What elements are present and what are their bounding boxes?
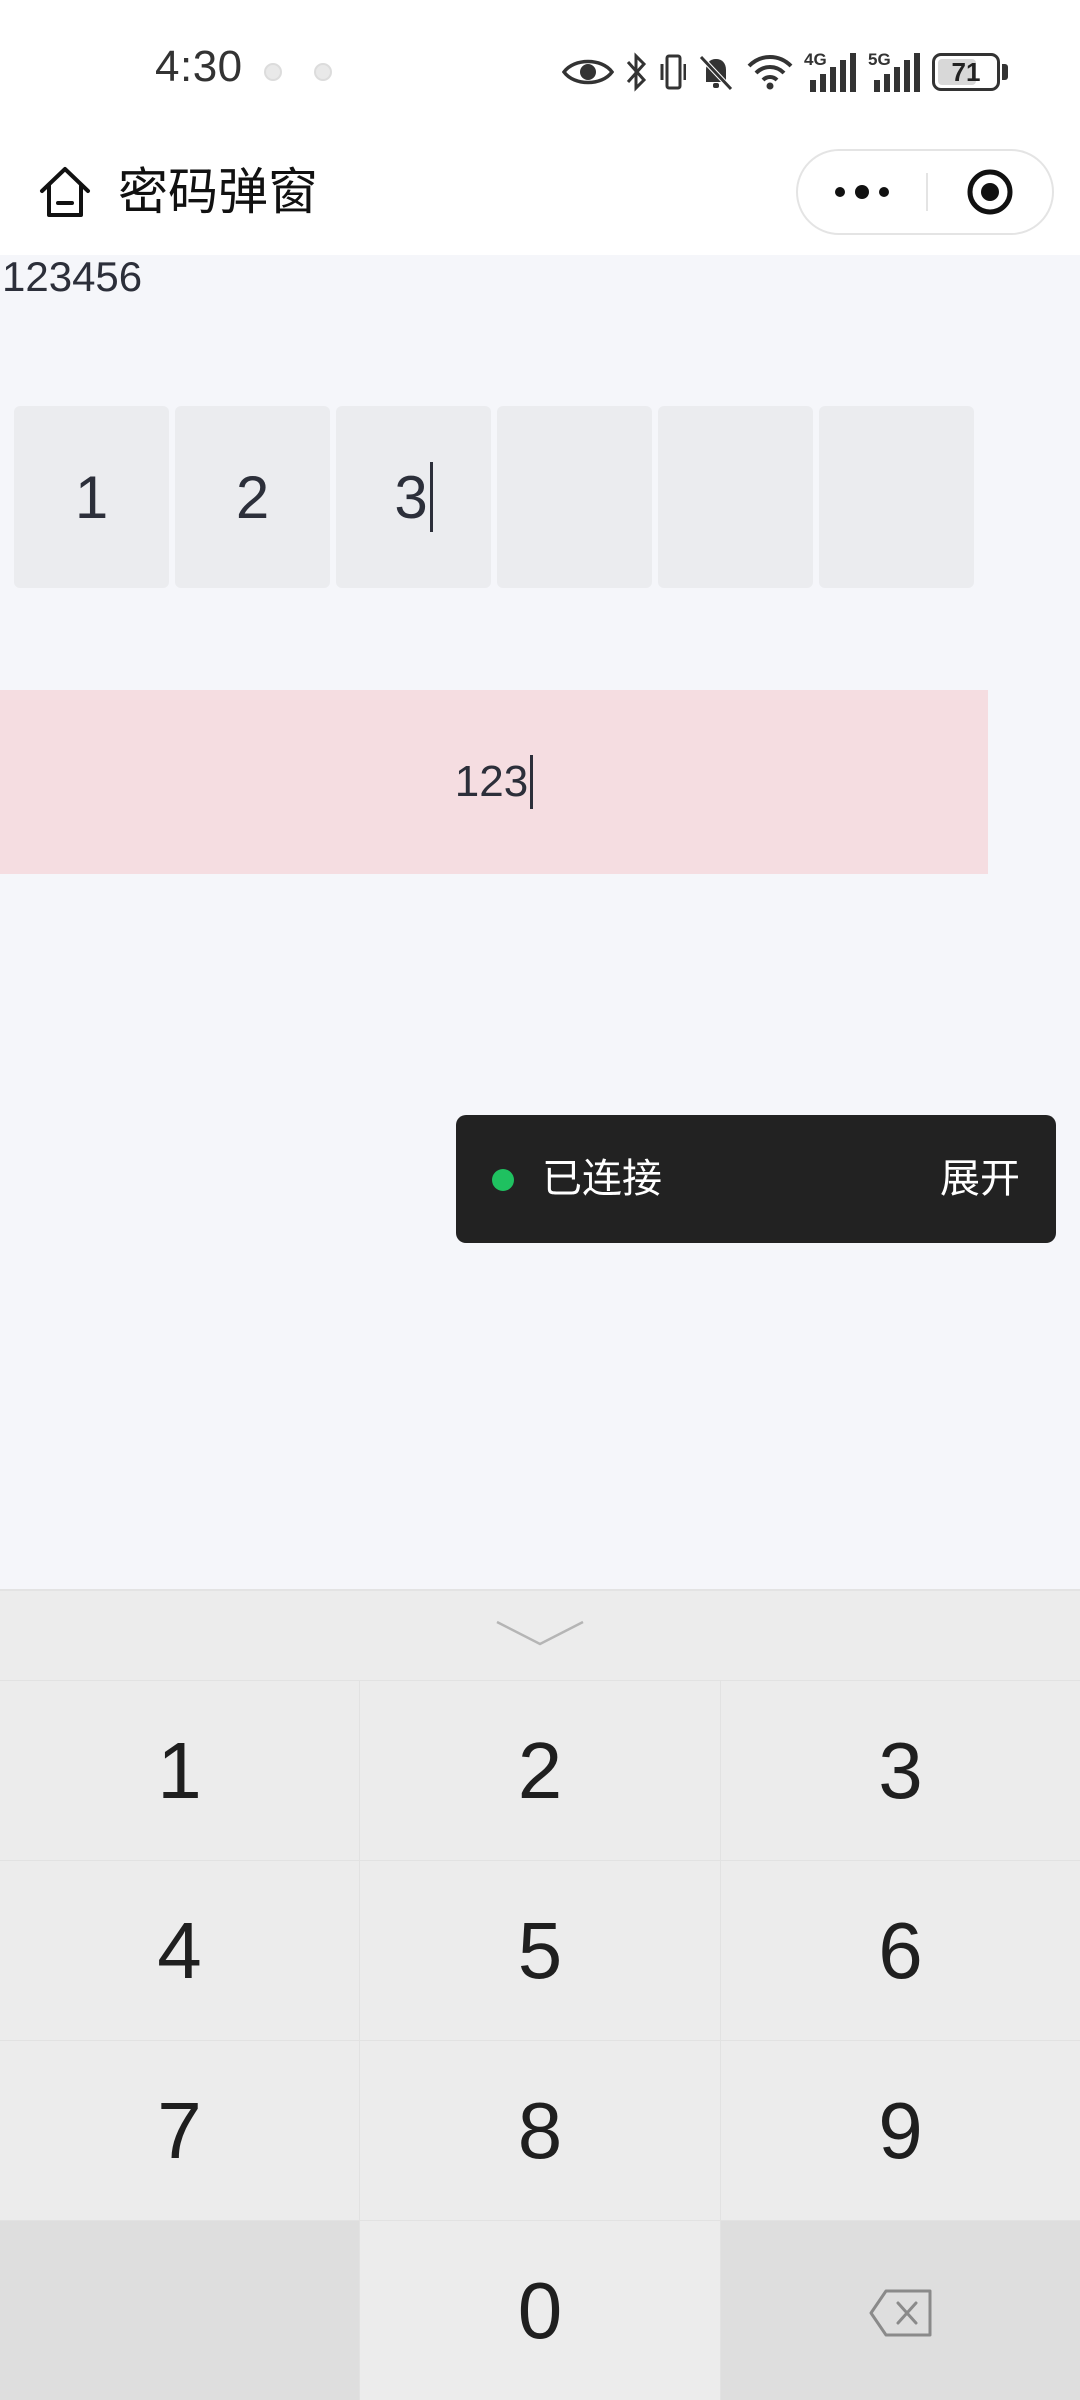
key-label: 7 — [157, 2085, 202, 2175]
status-time: 4:30 — [155, 42, 243, 91]
key-label: 9 — [878, 2085, 923, 2175]
key-label: 0 — [517, 2265, 563, 2355]
numeric-keyboard: 1 2 3 4 5 6 7 8 9 0 — [0, 1589, 1080, 2400]
key-label: 2 — [517, 1725, 563, 1815]
connection-toast: 已连接 展开 — [456, 1115, 1056, 1243]
password-cell-digit: 1 — [74, 463, 109, 531]
key-8[interactable]: 8 — [360, 2041, 720, 2220]
battery-cap — [1002, 64, 1008, 80]
status-bar: 4:30 4G 5G 71 — [0, 0, 1080, 145]
connection-status-text: 已连接 — [542, 1156, 662, 1202]
keyboard-keys: 1 2 3 4 5 6 7 8 9 0 — [0, 1680, 1080, 2400]
key-0[interactable]: 0 — [360, 2221, 720, 2400]
app-screen: 4:30 4G 5G 71 密码弹窗 123456 1 2 3 123 已连接 … — [0, 0, 1080, 2400]
chevron-down-icon — [495, 1618, 585, 1652]
plain-input-value: 123 — [454, 757, 529, 806]
target-close-icon[interactable] — [928, 151, 1052, 233]
wifi-icon — [746, 52, 794, 92]
backspace-icon — [868, 2265, 934, 2357]
battery-body: 71 — [932, 53, 1000, 91]
bound-value-text: 123456 — [2, 253, 143, 300]
password-cell[interactable]: 1 — [14, 406, 169, 588]
password-input-cells[interactable]: 1 2 3 — [14, 406, 974, 588]
mute-bell-icon — [696, 52, 736, 92]
notification-dot-icon — [314, 63, 332, 81]
key-backspace[interactable] — [721, 2221, 1080, 2400]
mini-program-capsule — [796, 149, 1054, 235]
bluetooth-icon — [624, 52, 650, 92]
key-2[interactable]: 2 — [360, 1681, 720, 1860]
key-label: 1 — [157, 1725, 202, 1815]
text-caret — [530, 755, 534, 809]
nav-bar: 密码弹窗 — [0, 145, 1080, 255]
key-4[interactable]: 4 — [0, 1861, 359, 2040]
key-label: 8 — [517, 2085, 563, 2175]
key-label: 4 — [157, 1905, 202, 1995]
battery-icon: 71 — [932, 53, 1008, 91]
password-cell[interactable] — [658, 406, 813, 588]
password-cell[interactable] — [819, 406, 974, 588]
eye-icon — [562, 54, 614, 90]
password-cell[interactable] — [497, 406, 652, 588]
key-empty — [0, 2221, 359, 2400]
keyboard-collapse-button[interactable] — [0, 1591, 1080, 1679]
key-7[interactable]: 7 — [0, 2041, 359, 2220]
page-title: 密码弹窗 — [118, 163, 318, 221]
notification-dot-icon — [264, 63, 282, 81]
password-cell-active[interactable]: 3 — [336, 406, 491, 588]
key-6[interactable]: 6 — [721, 1861, 1080, 2040]
key-label: 6 — [878, 1905, 923, 1995]
plain-text-input[interactable]: 123 — [0, 690, 988, 874]
key-label: 3 — [878, 1725, 923, 1815]
connected-status-dot-icon — [492, 1169, 514, 1191]
home-icon[interactable] — [36, 163, 94, 221]
key-5[interactable]: 5 — [360, 1861, 720, 2040]
key-9[interactable]: 9 — [721, 2041, 1080, 2220]
expand-button[interactable]: 展开 — [940, 1151, 1020, 1207]
status-icons: 4G 5G 71 — [562, 48, 1008, 96]
text-caret — [429, 462, 433, 532]
key-1[interactable]: 1 — [0, 1681, 359, 1860]
vibrate-icon — [660, 52, 686, 92]
password-cell[interactable]: 2 — [175, 406, 330, 588]
more-dots-icon[interactable] — [798, 151, 926, 233]
battery-level: 71 — [951, 56, 981, 87]
signal-4g-icon: 4G — [804, 50, 858, 94]
key-3[interactable]: 3 — [721, 1681, 1080, 1860]
password-cell-digit: 3 — [394, 463, 428, 531]
signal-5g-icon: 5G — [868, 50, 922, 94]
password-cell-digit: 2 — [235, 463, 270, 531]
key-label: 5 — [517, 1905, 563, 1995]
